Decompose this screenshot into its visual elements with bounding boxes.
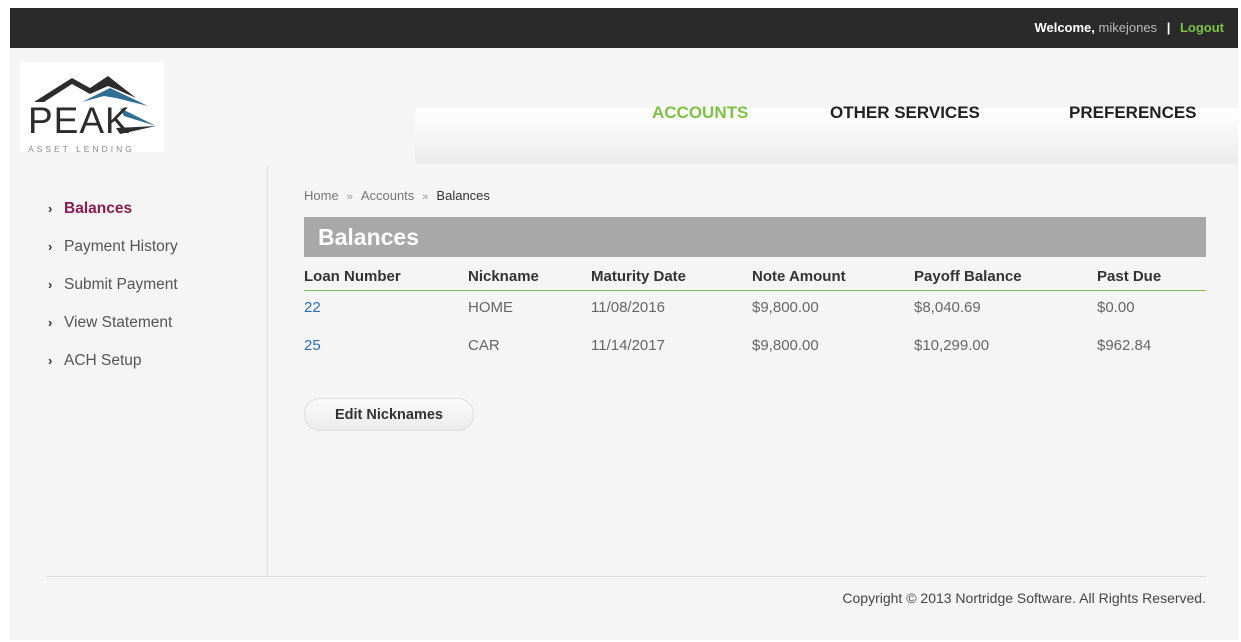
page-title-bar: Balances [304,217,1206,257]
logout-link[interactable]: Logout [1180,20,1224,35]
welcome-label: Welcome, [1034,20,1095,35]
copyright-text: Copyright © 2013 Nortridge Software. All… [842,590,1206,606]
logo[interactable]: PEAK ASSET LENDING [20,62,164,154]
breadcrumb-accounts[interactable]: Accounts [361,188,414,203]
sidebar-item-balances[interactable]: › Balances [48,200,132,218]
breadcrumb-separator: » [422,191,429,203]
sidebar-item-label: ACH Setup [64,352,142,369]
table-cell: $0.00 [1097,299,1135,316]
top-bar: Welcome, mikejones | Logout [10,8,1238,48]
username: mikejones [1098,20,1158,35]
breadcrumb-current: Balances [436,188,490,203]
breadcrumb-home[interactable]: Home [304,188,339,203]
footer-divider [46,576,1206,577]
sidebar-item-label: View Statement [64,314,173,331]
column-header-past-due: Past Due [1097,268,1162,285]
sidebar-item-ach-setup[interactable]: › ACH Setup [48,352,142,370]
chevron-right-icon: › [48,353,53,368]
sidebar-item-label: Submit Payment [64,276,178,293]
table-cell: CAR [468,337,500,354]
chevron-right-icon: › [48,277,53,292]
column-header-note-amount: Note Amount [752,268,846,285]
topbar-separator: | [1166,20,1171,35]
edit-nicknames-button[interactable]: Edit Nicknames [304,398,474,431]
table-cell: $9,800.00 [752,299,819,316]
sidebar-item-submit-payment[interactable]: › Submit Payment [48,276,178,294]
nav-preferences[interactable]: PREFERENCES [1069,103,1197,123]
sidebar-item-view-statement[interactable]: › View Statement [48,314,172,332]
chevron-right-icon: › [48,315,53,330]
chevron-right-icon: › [48,201,53,216]
table-cell: 11/14/2017 [591,337,665,354]
table-cell: $962.84 [1097,337,1152,354]
chevron-right-icon: › [48,239,53,254]
sidebar-item-label: Payment History [64,238,178,255]
nav-other-services[interactable]: OTHER SERVICES [830,103,980,123]
table-cell: $9,800.00 [752,337,819,354]
table-cell: HOME [468,299,513,316]
table-cell: $8,040.69 [914,299,981,316]
logo-name: PEAK [28,100,131,141]
loan-number-link[interactable]: 22 [304,299,321,316]
header: PEAK ASSET LENDING ACCOUNTS OTHER SERVIC… [10,48,1238,166]
sidebar-item-label: Balances [64,200,133,217]
breadcrumb: Home » Accounts » Balances [304,188,490,203]
column-header-payoff-balance: Payoff Balance [914,268,1022,285]
sidebar-item-payment-history[interactable]: › Payment History [48,238,178,256]
column-header-maturity-date: Maturity Date [591,268,687,285]
table-cell: 11/08/2016 [591,299,665,316]
sidebar: › Balances › Payment History › Submit Payme… [10,166,268,576]
breadcrumb-separator: » [346,191,353,203]
header-divider [304,290,1206,291]
user-greeting: Welcome, mikejones | Logout [1034,20,1224,35]
nav-accounts[interactable]: ACCOUNTS [652,103,748,123]
page-title: Balances [318,224,420,250]
loan-number-link[interactable]: 25 [304,337,321,354]
page: Welcome, mikejones | Logout PEAK ASSET L… [10,8,1238,640]
logo-tagline: ASSET LENDING [28,144,135,154]
column-header-loan-number: Loan Number [304,268,401,285]
table-cell: $10,299.00 [914,337,990,354]
column-header-nickname: Nickname [468,268,539,285]
